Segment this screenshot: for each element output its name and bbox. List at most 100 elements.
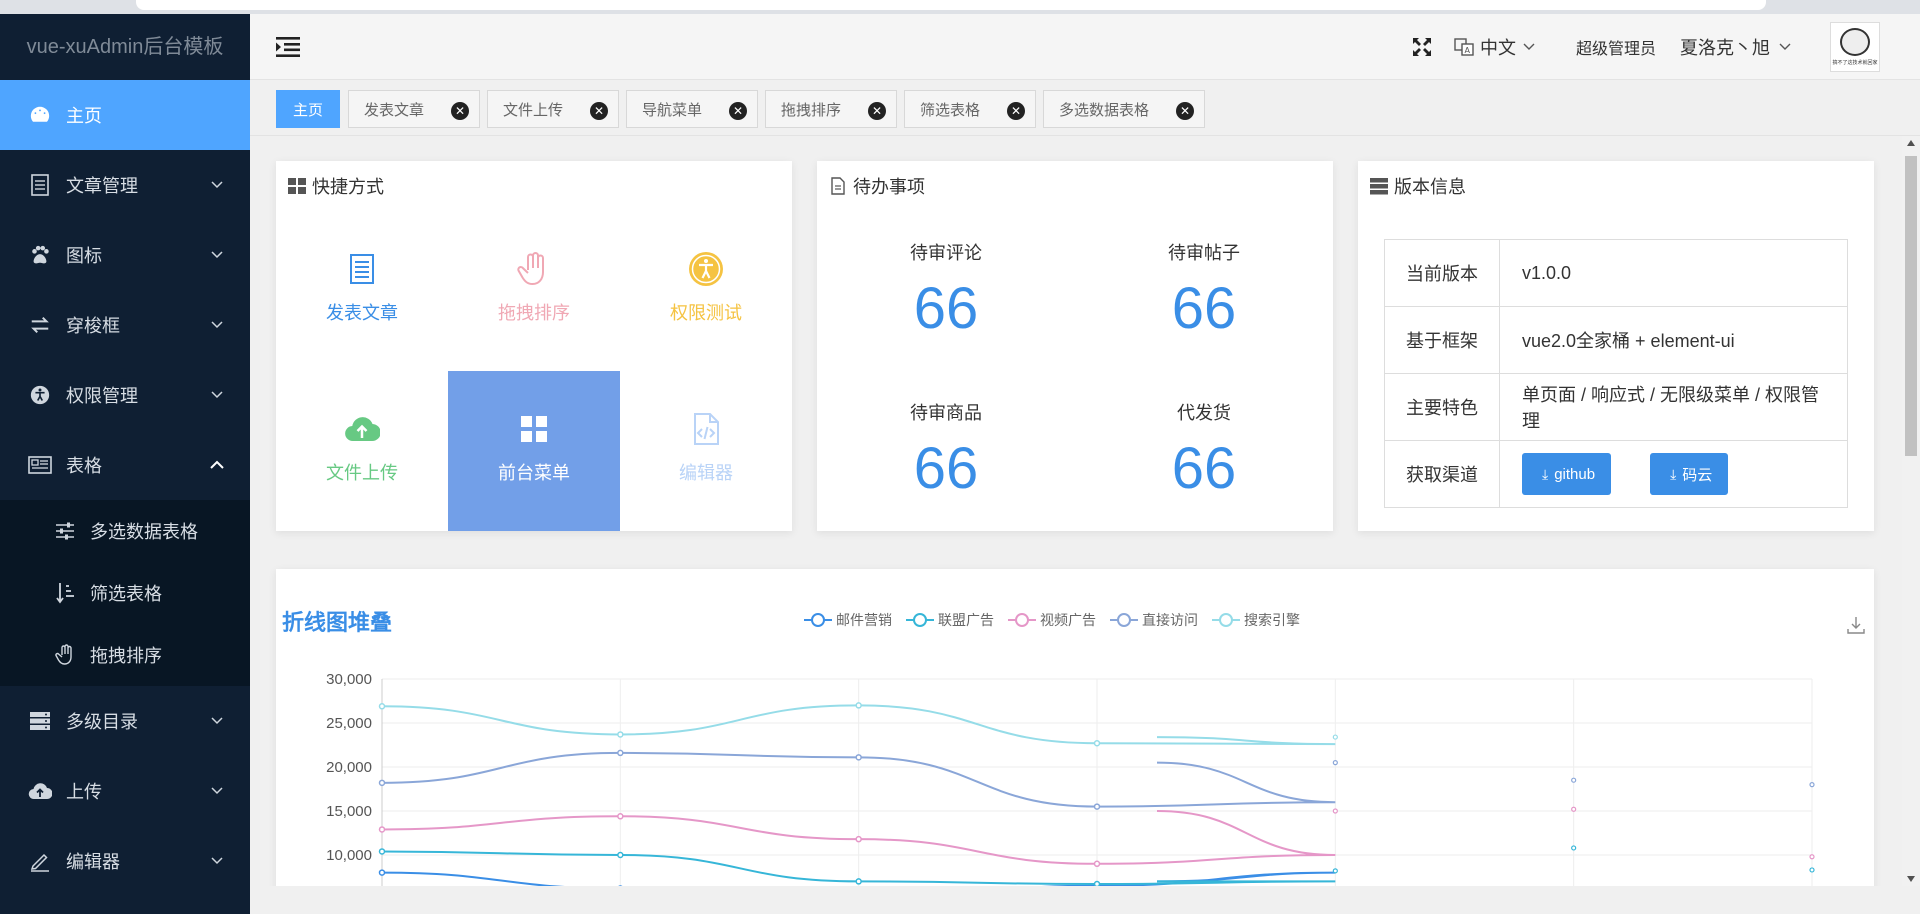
sidebar-item-home[interactable]: 主页: [0, 80, 250, 150]
sidebar-item-transfer[interactable]: 穿梭框: [0, 290, 250, 360]
todo-card: 待办事项 待审评论 66 待审帖子 66 待审商品 66 代发货 66: [817, 161, 1333, 531]
button-label: github: [1554, 465, 1596, 483]
user-dropdown[interactable]: 夏洛克丶旭: [1680, 34, 1792, 60]
sidebar-subitem-multi-select-table[interactable]: 多选数据表格: [0, 500, 250, 562]
scroll-up-arrow-icon[interactable]: [1907, 140, 1915, 146]
tab-nav-menu[interactable]: 导航菜单 ✕: [626, 90, 758, 128]
sliders-icon: [54, 520, 76, 542]
chevron-down-icon: [211, 857, 223, 865]
gitee-button[interactable]: ⤓ 码云: [1650, 453, 1729, 495]
accessibility-icon: [689, 252, 723, 286]
accessibility-icon: [28, 383, 52, 407]
sidebar-item-articles[interactable]: 文章管理: [0, 150, 250, 220]
scrollbar-thumb[interactable]: [1905, 156, 1917, 456]
close-icon[interactable]: ✕: [1007, 102, 1025, 120]
sidebar-item-multilevel[interactable]: 多级目录: [0, 686, 250, 756]
tab-file-upload[interactable]: 文件上传 ✕: [487, 90, 619, 128]
sidebar-subitem-filter-table[interactable]: 筛选表格: [0, 562, 250, 624]
todo-title: 待办事项: [853, 177, 925, 197]
sidebar-subitem-drag-sort[interactable]: 拖拽排序: [0, 624, 250, 686]
data-point: [855, 878, 862, 885]
tab-filter-table[interactable]: 筛选表格 ✕: [904, 90, 1036, 128]
quick-link-front-menu[interactable]: 前台菜单: [448, 371, 620, 531]
version-key: 基于框架: [1384, 306, 1500, 374]
chevron-down-icon: [211, 717, 223, 725]
scroll-down-arrow-icon[interactable]: [1907, 876, 1915, 882]
todo-item-pending-products[interactable]: 待审商品 66: [817, 399, 1075, 502]
version-key: 获取渠道: [1384, 440, 1500, 508]
sidebar-item-tables[interactable]: 表格: [0, 430, 250, 500]
page-scrollbar[interactable]: [1902, 136, 1920, 886]
chevron-down-icon: [211, 251, 223, 259]
bottom-bar: [250, 886, 1920, 914]
data-point: [1571, 806, 1577, 812]
data-point: [378, 848, 386, 855]
main-content: 快捷方式 发表文章 拖拽排序 权限测试 文件上传 前台菜单 编辑器 待办事项 待…: [250, 136, 1900, 886]
quick-link-label: 权限测试: [670, 303, 742, 323]
todo-label: 代发货: [1177, 403, 1231, 423]
grid-icon: [288, 178, 306, 194]
version-value: vue2.0全家桶 + element-ui: [1499, 306, 1848, 374]
data-point: [1571, 777, 1577, 783]
todo-label: 待审商品: [910, 403, 982, 423]
close-icon[interactable]: ✕: [451, 102, 469, 120]
top-header: A 中文 超级管理员 夏洛克丶旭 搞不了这技术就回家: [250, 14, 1920, 80]
sidebar-item-permissions[interactable]: 权限管理: [0, 360, 250, 430]
tab-label: 拖拽排序: [781, 101, 842, 119]
sidebar-item-editor[interactable]: 编辑器: [0, 826, 250, 896]
username: 夏洛克丶旭: [1680, 38, 1770, 58]
todo-count: 66: [913, 276, 979, 341]
close-icon[interactable]: ✕: [729, 102, 747, 120]
data-point: [617, 851, 624, 859]
data-point: [855, 754, 862, 761]
quick-link-file-upload[interactable]: 文件上传: [276, 371, 448, 531]
chevron-down-icon: [1779, 43, 1791, 50]
data-point: [855, 702, 862, 709]
sort-icon: [54, 582, 76, 604]
github-button[interactable]: ⤓ github: [1522, 453, 1612, 495]
sidebar-item-icons[interactable]: 图标: [0, 220, 250, 290]
y-tick-label: 25,000: [326, 715, 372, 732]
tab-publish-article[interactable]: 发表文章 ✕: [348, 90, 480, 128]
todo-count: 66: [913, 436, 979, 501]
avatar[interactable]: 搞不了这技术就回家: [1830, 22, 1880, 72]
document-icon: [28, 173, 52, 197]
y-tick-label: 30,000: [326, 671, 372, 688]
close-icon[interactable]: ✕: [1176, 102, 1194, 120]
data-point: [1809, 867, 1815, 873]
transfer-icon: [28, 313, 52, 337]
todo-item-pending-posts[interactable]: 待审帖子 66: [1075, 239, 1333, 342]
quick-link-drag-sort[interactable]: 拖拽排序: [448, 211, 620, 371]
collapse-menu-icon[interactable]: [276, 36, 300, 58]
tab-label: 主页: [293, 101, 324, 119]
close-icon[interactable]: ✕: [590, 102, 608, 120]
data-point: [617, 731, 624, 738]
quick-link-permission-test[interactable]: 权限测试: [620, 211, 792, 371]
language-dropdown[interactable]: A 中文: [1454, 34, 1536, 60]
data-point: [1809, 782, 1815, 788]
address-bar[interactable]: [136, 0, 1766, 10]
tab-drag-sort[interactable]: 拖拽排序 ✕: [765, 90, 897, 128]
sidebar-item-upload[interactable]: 上传: [0, 756, 250, 826]
close-icon[interactable]: ✕: [868, 102, 886, 120]
line-chart-card: 折线图堆叠 邮件营销 联盟广告 视频广告 直接访问 搜索引擎 30,000 25,000 2…: [276, 569, 1874, 886]
edit-icon: [28, 849, 52, 873]
quick-link-editor[interactable]: 编辑器: [620, 371, 792, 531]
card-title: 待办事项: [829, 173, 925, 199]
todo-count: 66: [1171, 436, 1237, 501]
fullscreen-icon[interactable]: [1412, 37, 1432, 57]
server-icon: [1370, 178, 1388, 195]
todo-label: 待审帖子: [1168, 243, 1240, 263]
todo-item-to-ship[interactable]: 代发货 66: [1075, 399, 1333, 502]
tab-home[interactable]: 主页: [276, 90, 341, 128]
table-icon: [28, 453, 52, 477]
y-tick-label: 20,000: [326, 759, 372, 776]
data-point: [378, 779, 386, 787]
data-point: [1809, 854, 1815, 860]
tab-multi-select-table[interactable]: 多选数据表格 ✕: [1043, 90, 1205, 128]
data-point: [1332, 808, 1338, 814]
todo-item-pending-comments[interactable]: 待审评论 66: [817, 239, 1075, 342]
sidebar-subitem-label: 拖拽排序: [90, 646, 162, 666]
quick-link-publish-article[interactable]: 发表文章: [276, 211, 448, 371]
chevron-down-icon: [211, 787, 223, 795]
